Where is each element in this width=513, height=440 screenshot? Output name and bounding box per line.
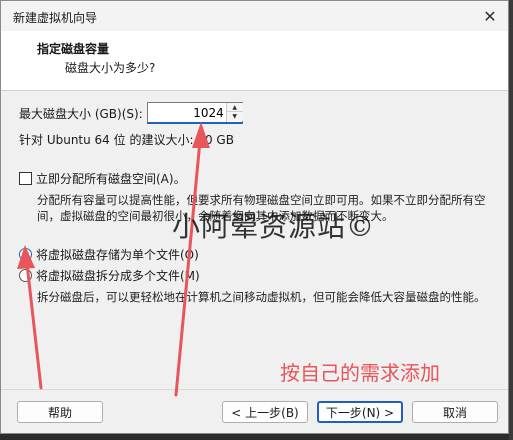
allocate-all-label: 立即分配所有磁盘空间(A)。 [36, 172, 186, 186]
single-file-row[interactable]: 将虚拟磁盘存储为单个文件(O) [19, 246, 199, 263]
disk-size-input[interactable] [147, 103, 226, 122]
background-strip [509, 0, 513, 440]
window-title: 新建虚拟机向导 [13, 11, 98, 25]
stepper-down-icon[interactable]: ▼ [226, 112, 243, 121]
single-file-label: 将虚拟磁盘存储为单个文件(O) [36, 248, 199, 262]
multi-file-row[interactable]: 将虚拟磁盘拆分成多个文件(M) [19, 267, 200, 284]
watermark-text: 小阿翚资源站© [172, 210, 376, 243]
stepper-up-icon[interactable]: ▲ [226, 103, 243, 112]
disk-size-stepper[interactable]: ▲ ▼ [146, 102, 243, 124]
title-bar: 新建虚拟机向导 ✕ [1, 1, 508, 31]
page-subtitle: 磁盘大小为多少? [65, 61, 156, 75]
back-button[interactable]: < 上一步(B) [222, 401, 308, 423]
close-icon[interactable]: ✕ [478, 4, 502, 28]
split-description: 拆分磁盘后，可以更轻松地在计算机之间移动虚拟机，但可能会降低大容量磁盘的性能。 [37, 290, 486, 304]
stepper-buttons: ▲ ▼ [225, 103, 243, 122]
disk-size-label: 最大磁盘大小 (GB)(S): [19, 106, 143, 121]
multi-file-label: 将虚拟磁盘拆分成多个文件(M) [36, 269, 200, 283]
page-title: 指定磁盘容量 [37, 42, 110, 56]
allocate-all-row[interactable]: 立即分配所有磁盘空间(A)。 [19, 170, 186, 187]
multi-file-radio[interactable] [19, 269, 32, 282]
annotation-note: 按自己的需求添加 [280, 361, 440, 385]
header-panel: 指定磁盘容量 磁盘大小为多少? [1, 31, 508, 91]
next-button[interactable]: 下一步(N) > [317, 401, 403, 423]
cancel-button[interactable]: 取消 [412, 401, 498, 423]
allocate-all-checkbox[interactable] [19, 172, 32, 185]
help-button[interactable]: 帮助 [17, 401, 103, 423]
disk-size-row: 最大磁盘大小 (GB)(S): ▲ ▼ [19, 102, 243, 124]
suggested-size-text: 针对 Ubuntu 64 位 的建议大小: 20 GB [19, 133, 234, 147]
single-file-radio[interactable] [19, 248, 32, 261]
footer-bar: 帮助 < 上一步(B) 下一步(N) > 取消 [1, 389, 508, 435]
